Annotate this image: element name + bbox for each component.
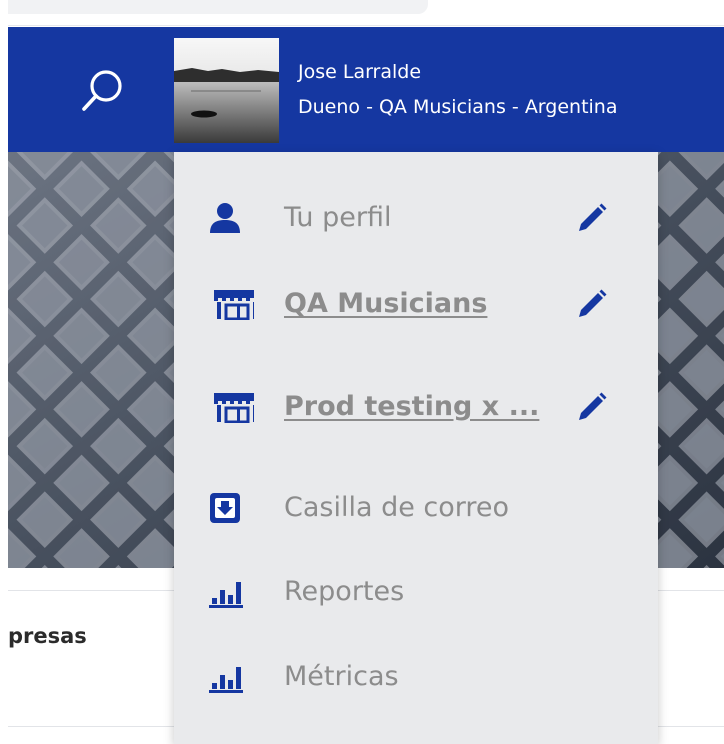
top-strip-divider <box>8 25 724 26</box>
avatar[interactable] <box>174 38 279 143</box>
menu-item-store-qa-musicians[interactable]: QA Musicians <box>174 274 658 334</box>
menu-item-inbox[interactable]: Casilla de correo <box>174 478 658 538</box>
pencil-icon <box>579 392 607 420</box>
inbox-icon <box>210 493 240 523</box>
user-name: Jose Larralde <box>298 61 422 83</box>
store-icon <box>214 290 254 320</box>
edit-store-button[interactable] <box>574 391 608 425</box>
avatar-photo <box>174 38 279 143</box>
menu-item-label: Métricas <box>284 661 399 692</box>
bar-chart-icon <box>209 582 243 608</box>
app-frame: Jose Larralde Dueno - QA Musicians - Arg… <box>0 0 724 744</box>
edit-store-button[interactable] <box>574 288 608 322</box>
search-icon <box>82 70 122 111</box>
user-icon <box>210 203 240 233</box>
pencil-icon <box>579 203 607 231</box>
search-button[interactable] <box>74 63 130 119</box>
bar-chart-icon <box>209 667 243 693</box>
menu-item-metrics[interactable]: Métricas <box>174 647 658 707</box>
store-icon <box>214 393 254 423</box>
app-header: Jose Larralde Dueno - QA Musicians - Arg… <box>8 27 724 152</box>
user-dropdown-menu: Tu perfil QA Musicians Prod testing x ..… <box>174 152 658 744</box>
menu-item-label: Tu perfil <box>284 202 392 233</box>
menu-item-partial[interactable] <box>208 736 244 744</box>
edit-profile-button[interactable] <box>574 202 608 236</box>
menu-item-store-prod-testing[interactable]: Prod testing x ... <box>174 377 658 437</box>
user-role: Dueno - QA Musicians - Argentina <box>298 96 618 118</box>
pencil-icon <box>579 289 607 317</box>
menu-item-label: Casilla de correo <box>284 492 510 523</box>
menu-item-label[interactable]: Prod testing x ... <box>284 377 539 437</box>
menu-item-reports[interactable]: Reportes <box>174 562 658 622</box>
menu-item-label: Reportes <box>284 576 405 607</box>
top-strip <box>0 0 724 26</box>
top-strip-bar <box>8 0 428 14</box>
menu-item-label[interactable]: QA Musicians <box>284 274 487 334</box>
section-heading: presas <box>8 624 87 648</box>
menu-item-profile[interactable]: Tu perfil <box>174 188 658 248</box>
